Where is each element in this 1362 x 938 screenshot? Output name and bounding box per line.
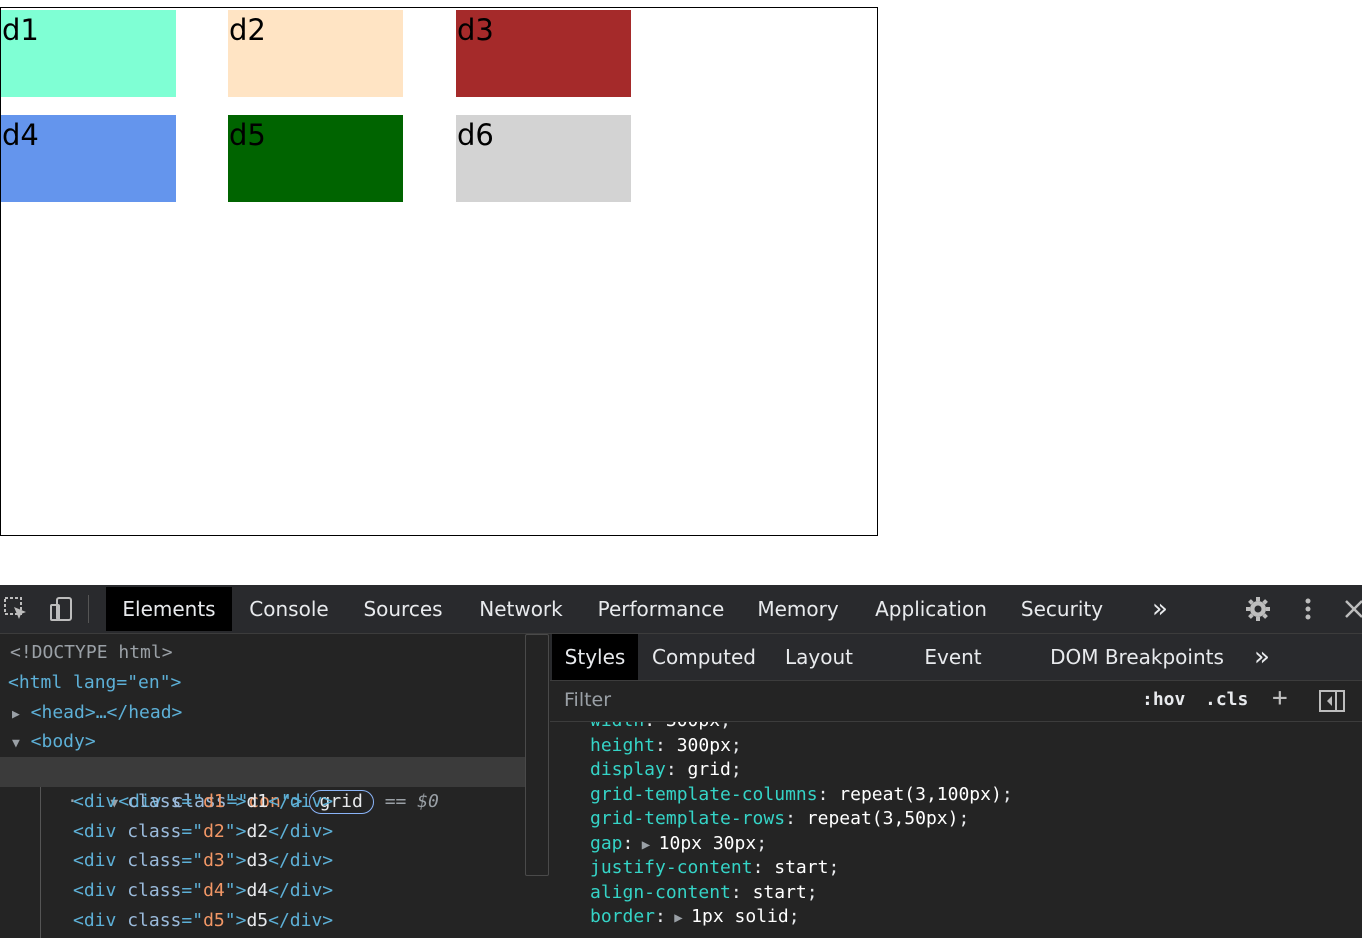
dom-node-child[interactable]: <div class="d4">d4</div> <box>73 876 333 906</box>
elements-dom-tree: <!DOCTYPE html> <html lang="en"> ▶ <head… <box>0 634 525 938</box>
hov-toggle[interactable]: :hov <box>1142 689 1185 710</box>
page-viewport: d1 d2 d3 d4 d5 d6 <box>0 0 1362 585</box>
html-tag: <html lang="en"> <box>8 672 182 693</box>
device-toolbar-icon[interactable] <box>48 595 76 623</box>
css-declaration[interactable]: grid-template-columns: repeat(3,100px); <box>590 783 1013 807</box>
head-tag: <head>…</head> <box>30 702 183 723</box>
css-declaration[interactable]: height: 300px; <box>590 734 742 758</box>
settings-gear-icon[interactable] <box>1244 595 1272 623</box>
dom-node-head[interactable]: ▶ <head>…</head> <box>12 698 182 728</box>
inspect-element-icon[interactable] <box>2 595 30 623</box>
toolbar-divider <box>88 595 89 623</box>
devtools-panel: Elements Console Sources Network Perform… <box>0 585 1362 938</box>
panel-splitter[interactable] <box>525 634 550 938</box>
dom-node-child[interactable]: <div class="d2">d2</div> <box>73 817 333 847</box>
cell-label: d5 <box>229 118 266 152</box>
expand-triangle-icon[interactable]: ▶ <box>633 833 658 857</box>
dom-node-html[interactable]: <html lang="en"> <box>8 668 181 698</box>
filter-bar: Filter :hov .cls + <box>550 681 1362 722</box>
styles-pane: Styles Computed Layout Event Listeners D… <box>550 634 1362 938</box>
expand-triangle-icon[interactable]: ▶ <box>12 707 20 722</box>
toggle-sidebar-icon[interactable] <box>1318 689 1346 717</box>
devtools-toolbar: Elements Console Sources Network Perform… <box>0 585 1362 634</box>
filter-input[interactable]: Filter <box>564 689 611 711</box>
grid-cell-d5: d5 <box>228 115 403 202</box>
css-declaration[interactable]: width: 300px; <box>590 722 731 733</box>
body-tag: <body> <box>30 731 96 752</box>
css-declaration[interactable]: justify-content: start; <box>590 856 839 880</box>
scrollbar[interactable] <box>525 634 549 876</box>
more-tabs-icon[interactable]: » <box>1140 587 1180 631</box>
dom-node-child[interactable]: <div class="d5">d5</div> <box>73 906 333 936</box>
more-tabs-icon[interactable]: » <box>1244 634 1280 680</box>
close-icon[interactable] <box>1340 595 1362 623</box>
cell-label: d1 <box>2 13 39 47</box>
tab-computed[interactable]: Computed <box>650 634 758 680</box>
css-declaration[interactable]: gap: ▶ 10px 30px; <box>590 832 767 856</box>
tab-security[interactable]: Security <box>1014 587 1110 631</box>
css-declaration[interactable]: border: ▶ 1px solid; <box>590 905 800 929</box>
tab-layout[interactable]: Layout <box>776 634 862 680</box>
tab-event-listeners[interactable]: Event Listeners <box>880 634 1026 715</box>
tab-performance[interactable]: Performance <box>592 587 730 631</box>
dom-node-child[interactable]: <div class="d1">d1</div> <box>73 787 333 817</box>
dom-node-doctype[interactable]: <!DOCTYPE html> <box>10 638 173 668</box>
grid-cell-d6: d6 <box>456 115 631 202</box>
dom-node-body[interactable]: ▼ <body> <box>12 727 96 757</box>
expand-triangle-icon[interactable]: ▶ <box>666 906 691 930</box>
css-rule-declarations: width: 300px; height: 300px; display: gr… <box>550 722 1362 938</box>
grid-container: d1 d2 d3 d4 d5 d6 <box>0 7 878 536</box>
css-declaration[interactable]: display: grid; <box>590 758 742 782</box>
collapse-triangle-icon[interactable]: ▼ <box>12 736 20 751</box>
tab-console[interactable]: Console <box>240 587 338 631</box>
doctype-text: <!DOCTYPE html> <box>10 642 173 663</box>
dollar-zero-ref: == $0 <box>384 791 439 812</box>
grid-cell-d4: d4 <box>1 115 176 202</box>
css-declaration[interactable]: align-content: start; <box>590 881 818 905</box>
cls-toggle[interactable]: .cls <box>1205 689 1248 710</box>
cell-label: d2 <box>229 13 266 47</box>
dom-node-child[interactable]: <div class="d3">d3</div> <box>73 846 333 876</box>
cell-label: d3 <box>457 13 494 47</box>
grid-cell-d3: d3 <box>456 10 631 97</box>
grid-cell-d2: d2 <box>228 10 403 97</box>
cell-label: d6 <box>457 118 494 152</box>
tab-memory[interactable]: Memory <box>750 587 846 631</box>
dom-node-selected-div[interactable]: · ▼<div class="con"> grid == $0 <box>0 757 525 814</box>
tab-sources[interactable]: Sources <box>356 587 450 631</box>
kebab-menu-icon[interactable] <box>1294 595 1322 623</box>
sidebar-tabs: Styles Computed Layout Event Listeners D… <box>550 634 1362 715</box>
grid-cell-d1: d1 <box>1 10 176 97</box>
tab-styles[interactable]: Styles <box>552 634 638 680</box>
cell-label: d4 <box>2 118 39 152</box>
tab-dom-breakpoints[interactable]: DOM Breakpoints <box>1050 634 1224 680</box>
tab-network[interactable]: Network <box>470 587 572 631</box>
indent-guide <box>40 787 41 938</box>
css-declaration[interactable]: grid-template-rows: repeat(3,50px); <box>590 807 969 831</box>
add-rule-icon[interactable]: + <box>1272 683 1288 713</box>
tab-elements[interactable]: Elements <box>106 587 232 631</box>
tab-application[interactable]: Application <box>868 587 994 631</box>
